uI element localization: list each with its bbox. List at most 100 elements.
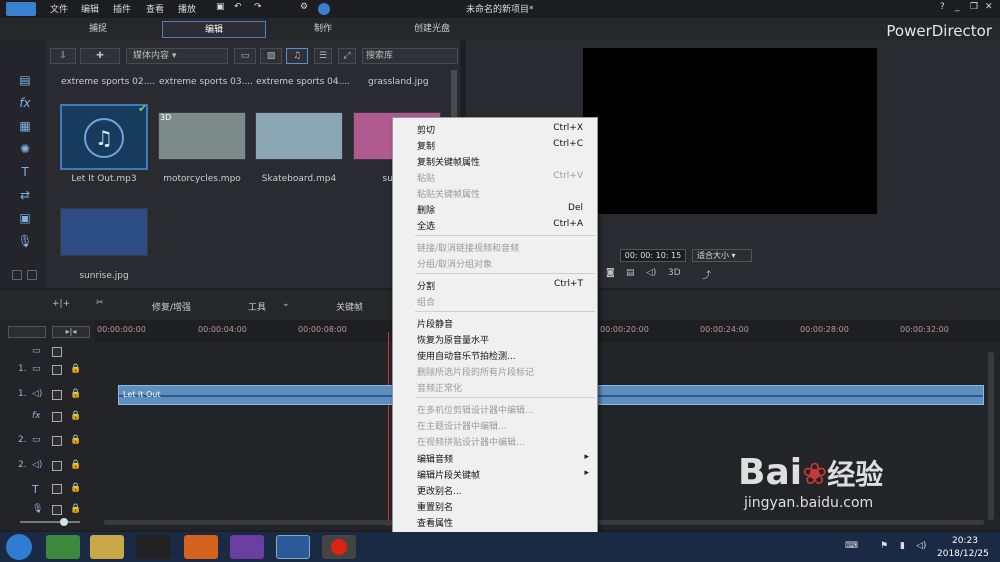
subtitle-icon[interactable]: ▤ — [626, 268, 635, 278]
tray-keyboard-icon[interactable]: ⌨ — [845, 541, 858, 551]
taskbar-explorer[interactable] — [90, 535, 124, 559]
lock-icon[interactable]: 🔒 — [70, 460, 81, 470]
context-menu-item[interactable]: 编辑音频 — [417, 452, 453, 465]
lock-icon[interactable]: 🔒 — [70, 364, 81, 374]
storyboard-view-icon[interactable] — [8, 326, 46, 338]
zoom-slider[interactable] — [8, 518, 92, 526]
transition-room-icon[interactable]: ⇄ — [17, 187, 33, 203]
filter-audio-icon[interactable]: ♫ — [286, 48, 308, 64]
taskbar-recorder[interactable] — [322, 535, 356, 559]
context-menu-item[interactable]: 更改别名... — [417, 484, 462, 497]
tab-create-disc[interactable]: 创建光盘 — [400, 21, 464, 38]
timeline-vscrollbar[interactable] — [988, 352, 994, 520]
lock-icon[interactable]: 🔒 — [70, 389, 81, 399]
filter-image-icon[interactable]: ▨ — [260, 48, 282, 64]
context-menu-item[interactable]: 分割 — [417, 279, 435, 292]
split-scissors-icon[interactable]: ✂ — [96, 298, 104, 308]
context-menu-item[interactable]: 恢复为原音量水平 — [417, 333, 489, 346]
pip-room-icon[interactable]: ▦ — [17, 118, 33, 134]
context-menu-item[interactable]: 复制 — [417, 139, 435, 152]
fit-timeline-icon[interactable]: +|+ — [52, 299, 70, 309]
context-menu-item[interactable]: 复制关键帧属性 — [417, 155, 480, 168]
track-checkbox[interactable] — [52, 436, 62, 446]
plugin-icon[interactable]: ✚ — [80, 48, 120, 64]
tab-produce[interactable]: 制作 — [300, 21, 346, 38]
menu-play[interactable]: 播放 — [178, 2, 196, 15]
media-thumb-music[interactable]: ♫ — [60, 104, 148, 170]
track-checkbox[interactable] — [52, 390, 62, 400]
lock-icon[interactable]: 🔒 — [70, 411, 81, 421]
minimize-icon[interactable]: _ — [955, 2, 960, 12]
taskbar-app-360[interactable] — [46, 535, 80, 559]
upgrade-icon[interactable] — [318, 3, 330, 15]
scroll-up-icon[interactable] — [12, 270, 22, 280]
fit-dropdown[interactable]: 适合大小 ▾ — [692, 249, 752, 262]
tray-network-icon[interactable]: ▮ — [900, 541, 905, 551]
audio-mixing-icon[interactable]: ▣ — [17, 210, 33, 226]
tab-edit[interactable]: 编辑 — [162, 21, 266, 38]
timecode-display[interactable]: 00: 00: 10: 15 — [620, 249, 686, 262]
context-menu-item[interactable]: 全选 — [417, 219, 435, 232]
lock-icon[interactable]: 🔒 — [70, 483, 81, 493]
snapshot-icon[interactable]: ◙ — [606, 268, 615, 278]
track-checkbox[interactable] — [52, 412, 62, 422]
context-menu-item[interactable]: 剪切 — [417, 123, 435, 136]
fix-enhance-button[interactable]: 修复/增强 — [152, 300, 191, 313]
media-thumb-skateboard[interactable] — [255, 112, 343, 160]
tray-volume-icon[interactable]: ◁) — [916, 541, 926, 551]
track-checkbox[interactable] — [52, 484, 62, 494]
media-thumb-sunrise[interactable] — [60, 208, 148, 256]
title-room-icon[interactable]: T — [17, 164, 33, 180]
tray-flag-icon[interactable]: ⚑ — [880, 541, 888, 551]
keyframe-button[interactable]: 关键帧 — [336, 300, 363, 313]
media-room-icon[interactable]: ▤ — [17, 72, 33, 88]
view-options-icon[interactable]: ☰ — [314, 48, 332, 64]
context-menu-item[interactable]: 片段静音 — [417, 317, 453, 330]
taskbar-powerdirector[interactable] — [276, 535, 310, 559]
context-menu-item[interactable]: 编辑片段关键帧 — [417, 468, 480, 481]
taskbar-qq[interactable] — [136, 535, 170, 559]
settings-icon[interactable]: ⚙ — [300, 2, 308, 12]
clock-time[interactable]: 20:23 — [952, 536, 978, 546]
expand-icon[interactable]: ⤢ — [338, 48, 356, 64]
lock-icon[interactable]: 🔒 — [70, 435, 81, 445]
filter-video-icon[interactable]: ▭ — [234, 48, 256, 64]
track-checkbox[interactable] — [52, 505, 62, 515]
redo-icon[interactable]: ↷ — [254, 2, 262, 12]
import-icon[interactable]: ⇩ — [50, 48, 76, 64]
lock-icon[interactable]: 🔒 — [70, 504, 81, 514]
menu-file[interactable]: 文件 — [50, 2, 68, 15]
undo-icon[interactable]: ↶ — [234, 2, 242, 12]
search-input[interactable]: 搜索库 — [362, 48, 458, 64]
start-button[interactable] — [6, 534, 32, 560]
voiceover-icon[interactable]: 🎙 — [17, 233, 33, 249]
restore-icon[interactable]: ❐ — [970, 2, 978, 12]
context-menu-item[interactable]: 删除 — [417, 203, 435, 216]
3d-toggle[interactable]: 3D — [668, 268, 681, 278]
menu-edit[interactable]: 编辑 — [81, 2, 99, 15]
media-thumb-motorcycles[interactable]: 3D — [158, 112, 246, 160]
help-icon[interactable]: ? — [940, 2, 945, 12]
menu-plugins[interactable]: 插件 — [113, 2, 131, 15]
track-checkbox[interactable] — [52, 347, 62, 357]
particle-room-icon[interactable]: ✺ — [17, 141, 33, 157]
context-menu-item[interactable]: 查看属性 — [417, 516, 453, 529]
taskbar-app[interactable] — [230, 535, 264, 559]
close-icon[interactable]: ✕ — [985, 2, 993, 12]
playhead[interactable] — [388, 332, 389, 526]
clock-date[interactable]: 2018/12/25 — [937, 549, 989, 559]
scroll-down-icon[interactable] — [27, 270, 37, 280]
context-menu-item[interactable]: 使用自动音乐节拍检测... — [417, 349, 516, 362]
context-menu-item[interactable]: 重置别名 — [417, 500, 453, 513]
taskbar-firefox[interactable] — [184, 535, 218, 559]
fx-room-icon[interactable]: fx — [17, 95, 33, 111]
zoom-handle[interactable] — [60, 518, 68, 526]
track-manager-icon[interactable]: ▸|◂ — [52, 326, 90, 338]
volume-icon[interactable]: ◁) — [646, 268, 656, 278]
track-checkbox[interactable] — [52, 461, 62, 471]
tools-button[interactable]: 工具 — [248, 300, 266, 313]
save-icon[interactable]: ▣ — [216, 2, 225, 12]
menu-view[interactable]: 查看 — [146, 2, 164, 15]
tab-capture[interactable]: 捕捉 — [70, 21, 126, 38]
content-dropdown[interactable]: 媒体内容 ▾ — [126, 48, 228, 64]
